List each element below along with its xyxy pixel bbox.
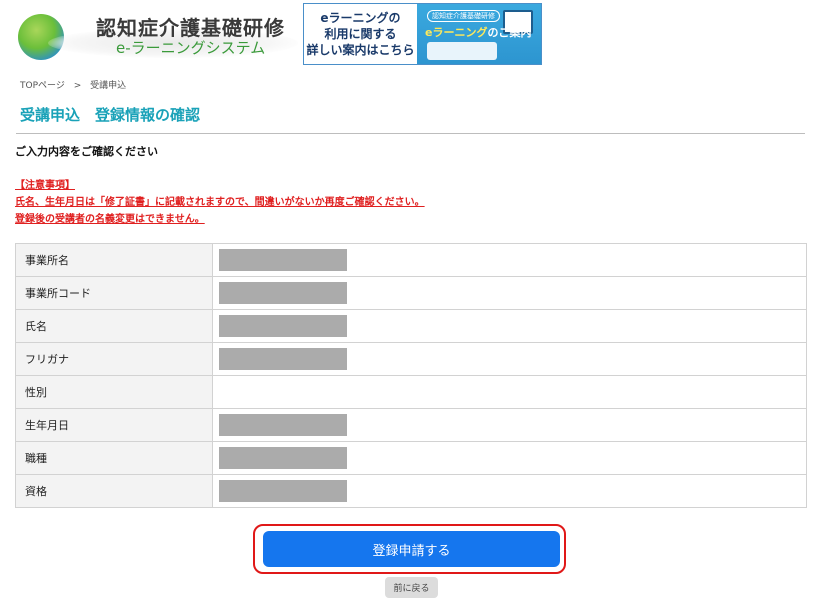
table-row: 事業所名 [15, 243, 807, 277]
redacted-value [219, 282, 347, 304]
banner-line-2: 利用に関する [324, 27, 397, 41]
title-divider [16, 133, 805, 134]
breadcrumb: TOPページ > 受講申込 [20, 78, 132, 91]
redacted-value [219, 447, 347, 469]
field-label: 事業所名 [15, 243, 213, 277]
banner-headline-b: のご案内 [487, 26, 532, 39]
banner-headline: eラーニングのご案内 [425, 24, 531, 40]
banner-text: eラーニングの 利用に関する 詳しい案内はこちら [304, 4, 417, 64]
redacted-value [219, 315, 347, 337]
breadcrumb-separator: > [73, 81, 82, 91]
field-label: 資格 [15, 474, 213, 508]
elearning-guide-banner[interactable]: eラーニングの 利用に関する 詳しい案内はこちら 認知症介護基礎研修 eラーニン… [303, 3, 542, 65]
table-row: 資格 [15, 474, 807, 508]
table-row: 氏名 [15, 309, 807, 343]
redacted-value [219, 480, 347, 502]
submit-registration-button[interactable]: 登録申請する [263, 531, 560, 567]
logo-subtitle: e-ラーニングシステム [116, 39, 266, 57]
banner-graphic: 認知症介護基礎研修 eラーニングのご案内 [417, 4, 541, 64]
banner-tag: 認知症介護基礎研修 [427, 10, 500, 22]
instruction-text: ご入力内容をご確認ください [15, 145, 158, 158]
field-value [212, 408, 807, 442]
field-label: 生年月日 [15, 408, 213, 442]
field-value [212, 342, 807, 376]
field-label: フリガナ [15, 342, 213, 376]
notice-heading: 【注意事項】 [15, 180, 75, 191]
field-label: 事業所コード [15, 276, 213, 310]
breadcrumb-current: 受講申込 [90, 81, 127, 91]
field-value [212, 276, 807, 310]
field-value [212, 309, 807, 343]
notice-line-2: 登録後の受講者の名義変更はできません。 [15, 214, 205, 225]
table-row: 生年月日 [15, 408, 807, 442]
redacted-value [219, 414, 347, 436]
back-button[interactable]: 前に戻る [385, 577, 438, 598]
site-logo[interactable]: 認知症介護基礎研修 e-ラーニングシステム [18, 8, 308, 62]
field-label: 職種 [15, 441, 213, 475]
banner-headline-a: eラーニング [425, 26, 488, 39]
table-row: 性別 [15, 375, 807, 409]
banner-line-1: eラーニングの [320, 11, 401, 25]
notice-line-1: 氏名、生年月日は「修了証書」に記載されますので、間違いがないか再度ご確認ください… [15, 197, 425, 208]
banner-illustration [427, 42, 497, 60]
banner-line-3: 詳しい案内はこちら [306, 43, 415, 57]
page-title: 受講申込 登録情報の確認 [20, 106, 201, 124]
redacted-value [219, 348, 347, 370]
table-row: フリガナ [15, 342, 807, 376]
field-label: 性別 [15, 375, 213, 409]
field-value [212, 375, 807, 409]
redacted-value [219, 249, 347, 271]
field-value [212, 474, 807, 508]
breadcrumb-top-link[interactable]: TOPページ [20, 81, 65, 91]
table-row: 職種 [15, 441, 807, 475]
notice-block: 【注意事項】 氏名、生年月日は「修了証書」に記載されますので、間違いがないか再度… [15, 177, 425, 228]
registration-info-table: 事業所名 事業所コード 氏名 フリガナ 性別 生年月日 職種 資格 [15, 243, 807, 508]
field-label: 氏名 [15, 309, 213, 343]
table-row: 事業所コード [15, 276, 807, 310]
field-value [212, 441, 807, 475]
field-value [212, 243, 807, 277]
